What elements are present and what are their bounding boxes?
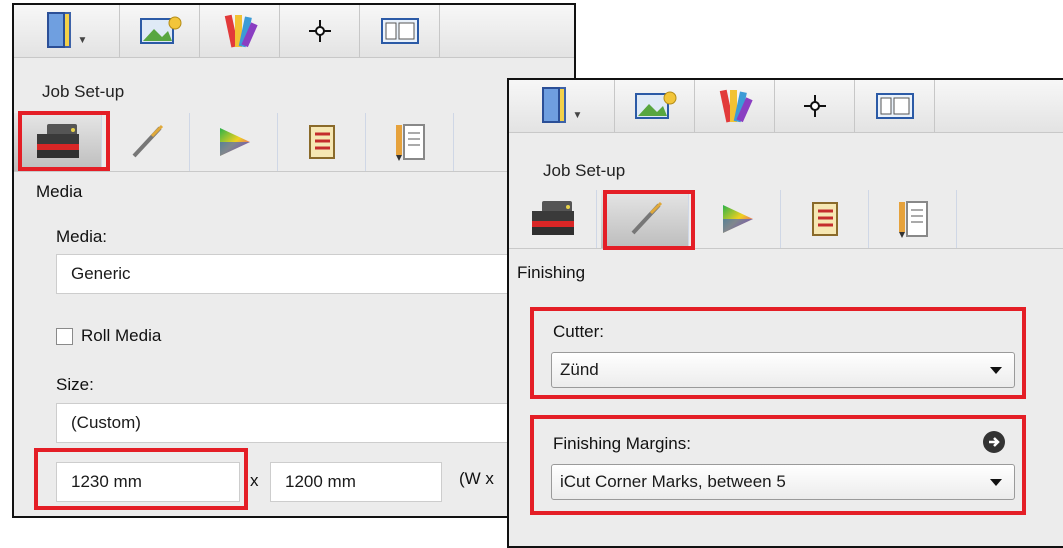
color-swatch-icon (719, 89, 753, 123)
finishing-margins-label: Finishing Margins: (553, 434, 691, 453)
layout-icon (875, 93, 914, 119)
divider (509, 248, 1063, 249)
main-toolbar: ▼ (509, 80, 1063, 133)
image-edit-icon (634, 91, 676, 119)
color-swatch-button[interactable] (695, 80, 775, 132)
crosshair-button[interactable] (280, 5, 360, 57)
tab-job-ticket[interactable] (366, 113, 454, 171)
main-toolbar: ▼ (14, 5, 574, 58)
roll-media-label: Roll Media (81, 326, 162, 345)
crosshair-button[interactable] (775, 80, 855, 132)
media-panel: ▼ Job Set-up Media Media: Generic Roll M… (12, 3, 576, 518)
color-swatch-icon (224, 14, 258, 48)
cutter-blade-icon (132, 124, 163, 158)
tab-color[interactable] (693, 190, 781, 248)
checklist-icon (811, 202, 838, 236)
job-book-button[interactable]: ▼ (14, 5, 120, 57)
job-setup-title: Job Set-up (42, 82, 125, 101)
chevron-down-icon: ▼ (572, 109, 583, 121)
image-edit-button[interactable] (615, 80, 695, 132)
height-input[interactable]: 1200 mm (270, 462, 442, 502)
section-title: Media (36, 182, 83, 201)
dropdown-arrow-icon (990, 479, 1002, 486)
job-setup-tabs (509, 190, 1063, 248)
media-label: Media: (56, 227, 108, 246)
finishing-margins-value: iCut Corner Marks, between 5 (560, 472, 786, 491)
divider (14, 171, 574, 172)
job-book-icon (541, 87, 566, 123)
dropdown-arrow-icon (990, 367, 1002, 374)
section-title: Finishing (517, 263, 586, 282)
roll-media-checkbox[interactable] (56, 328, 73, 345)
color-triangle-icon (722, 205, 753, 233)
layout-button[interactable] (855, 80, 935, 132)
printer-media-icon (531, 201, 574, 235)
cutter-blade-icon (631, 201, 662, 235)
checklist-icon (308, 125, 335, 159)
job-book-icon (46, 12, 71, 48)
job-ticket-icon (395, 124, 425, 161)
image-edit-icon (139, 16, 181, 44)
media-input[interactable]: Generic (56, 254, 574, 294)
tab-job-ticket[interactable] (869, 190, 957, 248)
job-setup-title: Job Set-up (543, 161, 626, 180)
cutter-select-value: Zünd (560, 360, 599, 379)
crosshair-icon (308, 20, 331, 42)
tab-color[interactable] (190, 113, 278, 171)
size-input[interactable]: (Custom) (56, 403, 574, 443)
tab-finishing[interactable] (601, 190, 689, 248)
size-label: Size: (56, 375, 94, 394)
cutter-label: Cutter: (553, 322, 605, 341)
color-swatch-button[interactable] (200, 5, 280, 57)
tab-checklist[interactable] (781, 190, 869, 248)
arrow-right-icon[interactable] (983, 431, 1005, 453)
color-triangle-icon (219, 128, 250, 156)
job-setup-tabs (14, 113, 574, 171)
dimensions-hint: (W x (459, 469, 494, 488)
job-ticket-icon (898, 201, 928, 238)
width-input[interactable]: 1230 mm (56, 462, 240, 502)
tab-media[interactable] (509, 190, 597, 248)
tab-checklist[interactable] (278, 113, 366, 171)
cutter-select[interactable]: Zünd (551, 352, 1015, 388)
crosshair-icon (803, 95, 826, 117)
finishing-margins-select[interactable]: iCut Corner Marks, between 5 (551, 464, 1015, 500)
layout-icon (380, 18, 419, 44)
tab-media[interactable] (14, 113, 102, 171)
job-book-button[interactable]: ▼ (509, 80, 615, 132)
tab-finishing[interactable] (102, 113, 190, 171)
image-edit-button[interactable] (120, 5, 200, 57)
finishing-panel: ▼ Job Set-up Finishing Cutter: Zünd Fini… (507, 78, 1063, 548)
printer-media-icon (36, 124, 79, 158)
layout-button[interactable] (360, 5, 440, 57)
chevron-down-icon: ▼ (77, 34, 88, 46)
times-symbol: x (250, 471, 259, 490)
